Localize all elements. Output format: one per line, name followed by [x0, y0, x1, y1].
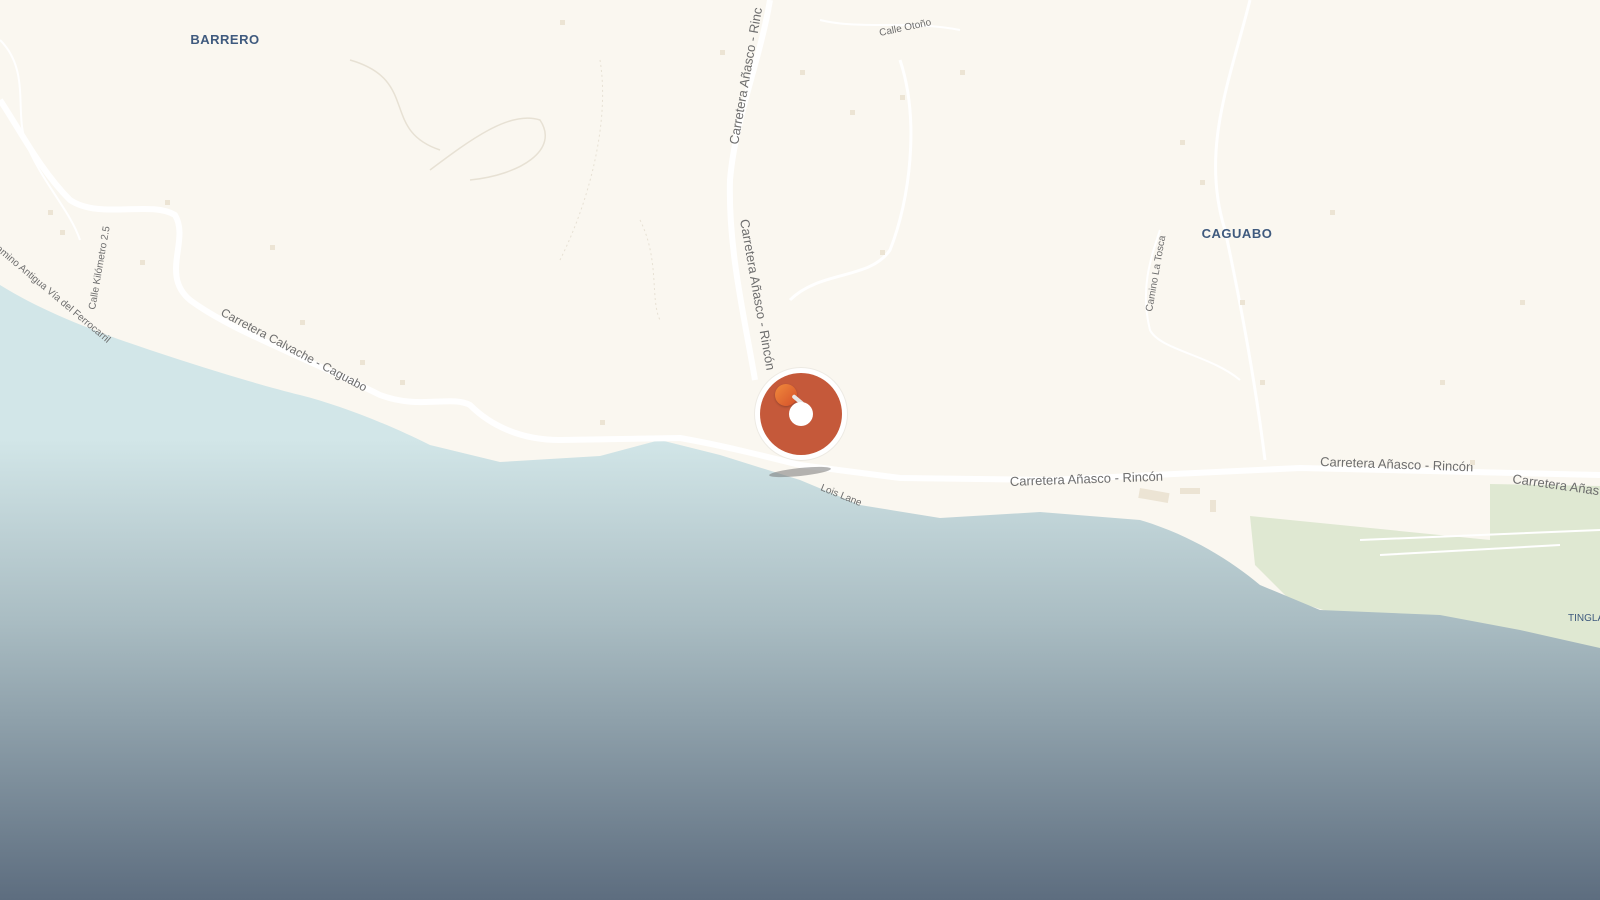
- area-label-tingla: TINGLA: [1568, 613, 1600, 624]
- area-label-caguabo: CAGUABO: [1202, 226, 1273, 241]
- location-marker[interactable]: [755, 368, 847, 460]
- marker-center-dot: [789, 402, 813, 426]
- area-label-barrero: BARRERO: [190, 32, 259, 47]
